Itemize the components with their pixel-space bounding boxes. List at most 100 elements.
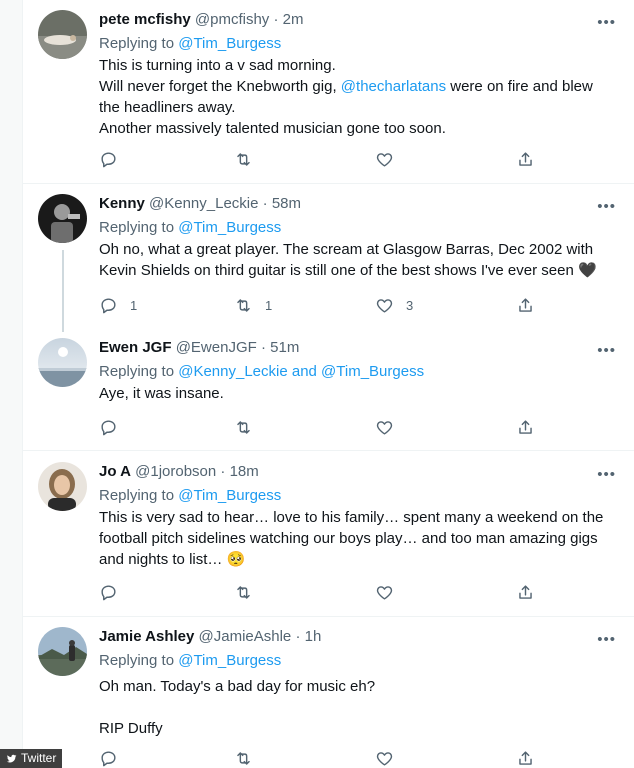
thread-line [62, 250, 64, 332]
like-button[interactable] [375, 582, 406, 602]
avatar[interactable] [38, 194, 87, 243]
retweet-count: 1 [265, 297, 273, 313]
reply-button[interactable] [99, 149, 130, 169]
more-icon[interactable]: ••• [597, 14, 616, 31]
replying-to-label: Replying to [99, 219, 179, 236]
separator-dot: · [273, 11, 279, 28]
display-name[interactable]: Kenny [99, 195, 145, 212]
user-handle[interactable]: @EwenJGF [176, 339, 257, 356]
replying-to-label: Replying to [99, 487, 179, 504]
avatar[interactable] [38, 627, 87, 676]
replying-to-label: Replying to [99, 363, 179, 380]
more-icon[interactable]: ••• [597, 631, 616, 648]
text-line: This is turning into a v sad morning. [99, 57, 336, 74]
text-line: the headliners away. [99, 99, 236, 116]
retweet-button[interactable] [234, 748, 265, 768]
tweet-text: This is turning into a v sad morning. Wi… [99, 55, 620, 139]
like-count: 3 [406, 297, 414, 313]
text-line: RIP Duffy [99, 720, 163, 737]
retweet-icon [237, 420, 250, 434]
timestamp[interactable]: 1h [305, 628, 322, 645]
more-icon[interactable]: ••• [597, 466, 616, 483]
share-button[interactable] [516, 748, 535, 768]
tweet[interactable]: Jo A @1jorobson · 18m Replying to @Tim_B… [23, 451, 634, 617]
user-handle[interactable]: @Kenny_Leckie [149, 195, 258, 212]
avatar[interactable] [38, 10, 87, 59]
replying-to: Replying to @Tim_Burgess [99, 485, 620, 507]
tweet[interactable]: pete mcfishy @pmcfishy · 2m Replying to … [23, 0, 634, 184]
timestamp[interactable]: 2m [283, 11, 304, 28]
tweet-header: Ewen JGF @EwenJGF · 51m [99, 338, 620, 358]
text-line: football pitch sidelines watching our bo… [99, 530, 598, 547]
text-line: and nights to list… 🥺 [99, 551, 246, 568]
share-button[interactable] [516, 417, 535, 437]
source-watermark: Twitter [0, 749, 63, 768]
mention-link[interactable]: @Kenny_Leckie and @Tim_Burgess [178, 363, 424, 380]
more-icon[interactable]: ••• [597, 342, 616, 359]
mention-link[interactable]: @Tim_Burgess [178, 35, 281, 52]
heart-icon [376, 585, 393, 600]
text-line: were on fire and blew [446, 78, 593, 95]
tweet-text: Oh no, what a great player. The scream a… [99, 239, 620, 281]
display-name[interactable]: Ewen JGF [99, 339, 172, 356]
timestamp[interactable]: 18m [230, 463, 259, 480]
retweet-button[interactable] [234, 149, 265, 169]
left-gutter [0, 0, 23, 768]
mention-link[interactable]: @Tim_Burgess [178, 219, 281, 236]
tweet-header: Jo A @1jorobson · 18m [99, 462, 620, 482]
avatar[interactable] [38, 338, 87, 387]
tweet-header: pete mcfishy @pmcfishy · 2m [99, 10, 620, 30]
share-button[interactable] [516, 295, 535, 315]
like-button[interactable]: 3 [375, 295, 413, 315]
replying-to: Replying to @Tim_Burgess [99, 33, 620, 55]
user-handle[interactable]: @JamieAshle [199, 628, 292, 645]
replying-to: Replying to @Tim_Burgess [99, 650, 620, 672]
retweet-button[interactable] [234, 417, 265, 437]
mention-link[interactable]: @Tim_Burgess [178, 487, 281, 504]
share-button[interactable] [516, 149, 535, 169]
tweet-actions [99, 149, 539, 169]
like-button[interactable] [375, 417, 406, 437]
display-name[interactable]: pete mcfishy [99, 11, 191, 28]
reply-button[interactable]: 1 [99, 295, 137, 315]
tweet-text: Aye, it was insane. [99, 383, 620, 404]
tweet[interactable]: Jamie Ashley @JamieAshle · 1h Replying t… [23, 617, 634, 768]
mention-link[interactable]: @Tim_Burgess [178, 652, 281, 669]
retweet-icon [237, 585, 250, 599]
avatar[interactable] [38, 462, 87, 511]
tweet-header: Kenny @Kenny_Leckie · 58m [99, 194, 620, 214]
tweet-actions: 1 1 3 [99, 295, 539, 315]
tweet[interactable]: Ewen JGF @EwenJGF · 51m Replying to @Ken… [23, 326, 634, 451]
watermark-label: Twitter [21, 751, 57, 765]
tweet[interactable]: Kenny @Kenny_Leckie · 58m Replying to @T… [23, 184, 634, 332]
retweet-button[interactable]: 1 [234, 295, 272, 315]
reply-icon [101, 419, 116, 435]
timestamp[interactable]: 51m [270, 339, 299, 356]
share-icon [519, 419, 532, 434]
mention-link[interactable]: @thecharlatans [341, 78, 446, 95]
tweet-actions [99, 582, 539, 602]
heart-icon [376, 298, 393, 313]
user-handle[interactable]: @1jorobson [135, 463, 216, 480]
reply-button[interactable] [99, 417, 130, 437]
display-name[interactable]: Jamie Ashley [99, 628, 194, 645]
share-button[interactable] [516, 582, 535, 602]
reply-icon [101, 297, 116, 313]
text-line: Will never forget the Knebworth gig, [99, 78, 341, 95]
user-handle[interactable]: @pmcfishy [195, 11, 269, 28]
text-line: Oh man. Today's a bad day for music eh? [99, 678, 376, 695]
share-icon [519, 151, 532, 166]
like-button[interactable] [375, 149, 406, 169]
replying-to-label: Replying to [99, 652, 179, 669]
retweet-button[interactable] [234, 582, 265, 602]
reply-icon [101, 584, 116, 600]
like-button[interactable] [375, 748, 406, 768]
more-icon[interactable]: ••• [597, 198, 616, 215]
timestamp[interactable]: 58m [272, 195, 301, 212]
text-line: Kevin Shields on third guitar is still o… [99, 262, 597, 279]
reply-button[interactable] [99, 748, 130, 768]
reply-button[interactable] [99, 582, 130, 602]
share-icon [519, 297, 532, 312]
display-name[interactable]: Jo A [99, 463, 131, 480]
replying-to: Replying to @Tim_Burgess [99, 217, 620, 239]
